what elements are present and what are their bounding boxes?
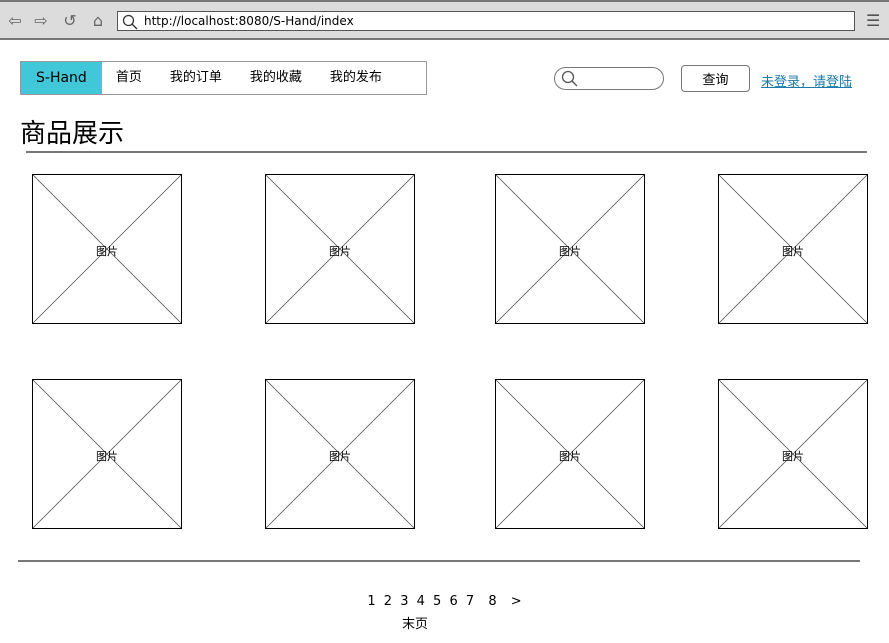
- product-image[interactable]: 图片: [718, 379, 868, 529]
- image-label: 图片: [559, 450, 581, 463]
- image-label: 图片: [329, 450, 351, 463]
- forward-icon[interactable]: ⇨: [31, 11, 51, 31]
- nav-bar: S-Hand 首页 我的订单 我的收藏 我的发布: [20, 61, 427, 95]
- page-3[interactable]: 3: [400, 594, 408, 609]
- last-page[interactable]: 末页: [0, 613, 830, 632]
- login-link[interactable]: 未登录，请登陆: [761, 71, 852, 90]
- nav-item-favorites[interactable]: 我的收藏: [236, 62, 316, 94]
- back-icon[interactable]: ⇦: [5, 11, 25, 31]
- page-5[interactable]: 5: [433, 594, 441, 609]
- image-label: 图片: [329, 245, 351, 258]
- search-input[interactable]: [554, 67, 664, 90]
- product-image[interactable]: 图片: [495, 379, 645, 529]
- nav-item-home[interactable]: 首页: [102, 62, 156, 94]
- image-label: 图片: [96, 245, 118, 258]
- next-page[interactable]: >: [511, 594, 522, 609]
- page-4[interactable]: 4: [417, 594, 425, 609]
- page-2[interactable]: 2: [384, 594, 392, 609]
- brand-logo[interactable]: S-Hand: [21, 62, 102, 94]
- search-button[interactable]: 查询: [681, 65, 750, 92]
- product-image[interactable]: 图片: [32, 379, 182, 529]
- title-divider: [26, 151, 867, 153]
- refresh-icon[interactable]: ↺: [60, 11, 80, 31]
- address-bar[interactable]: http://localhost:8080/S-Hand/index: [117, 11, 855, 31]
- product-image[interactable]: 图片: [718, 174, 868, 324]
- product-image[interactable]: 图片: [495, 174, 645, 324]
- url-text: http://localhost:8080/S-Hand/index: [144, 14, 354, 28]
- footer-divider: [18, 560, 860, 562]
- home-icon[interactable]: ⌂: [88, 11, 108, 31]
- page-8[interactable]: 8: [488, 594, 496, 609]
- image-label: 图片: [96, 450, 118, 463]
- image-label: 图片: [782, 245, 804, 258]
- search-icon: [561, 70, 578, 87]
- image-label: 图片: [782, 450, 804, 463]
- page-1[interactable]: 1: [367, 594, 375, 609]
- page-7[interactable]: 7: [466, 594, 474, 609]
- nav-item-posts[interactable]: 我的发布: [316, 62, 396, 94]
- product-image[interactable]: 图片: [265, 174, 415, 324]
- product-image[interactable]: 图片: [265, 379, 415, 529]
- menu-icon[interactable]: ☰: [866, 13, 880, 29]
- nav-item-orders[interactable]: 我的订单: [156, 62, 236, 94]
- page-title: 商品展示: [20, 119, 125, 149]
- image-label: 图片: [559, 245, 581, 258]
- page-6[interactable]: 6: [449, 594, 457, 609]
- search-icon: [122, 14, 138, 30]
- pagination: 1 2 3 4 5 6 7 8 >: [0, 594, 889, 609]
- product-image[interactable]: 图片: [32, 174, 182, 324]
